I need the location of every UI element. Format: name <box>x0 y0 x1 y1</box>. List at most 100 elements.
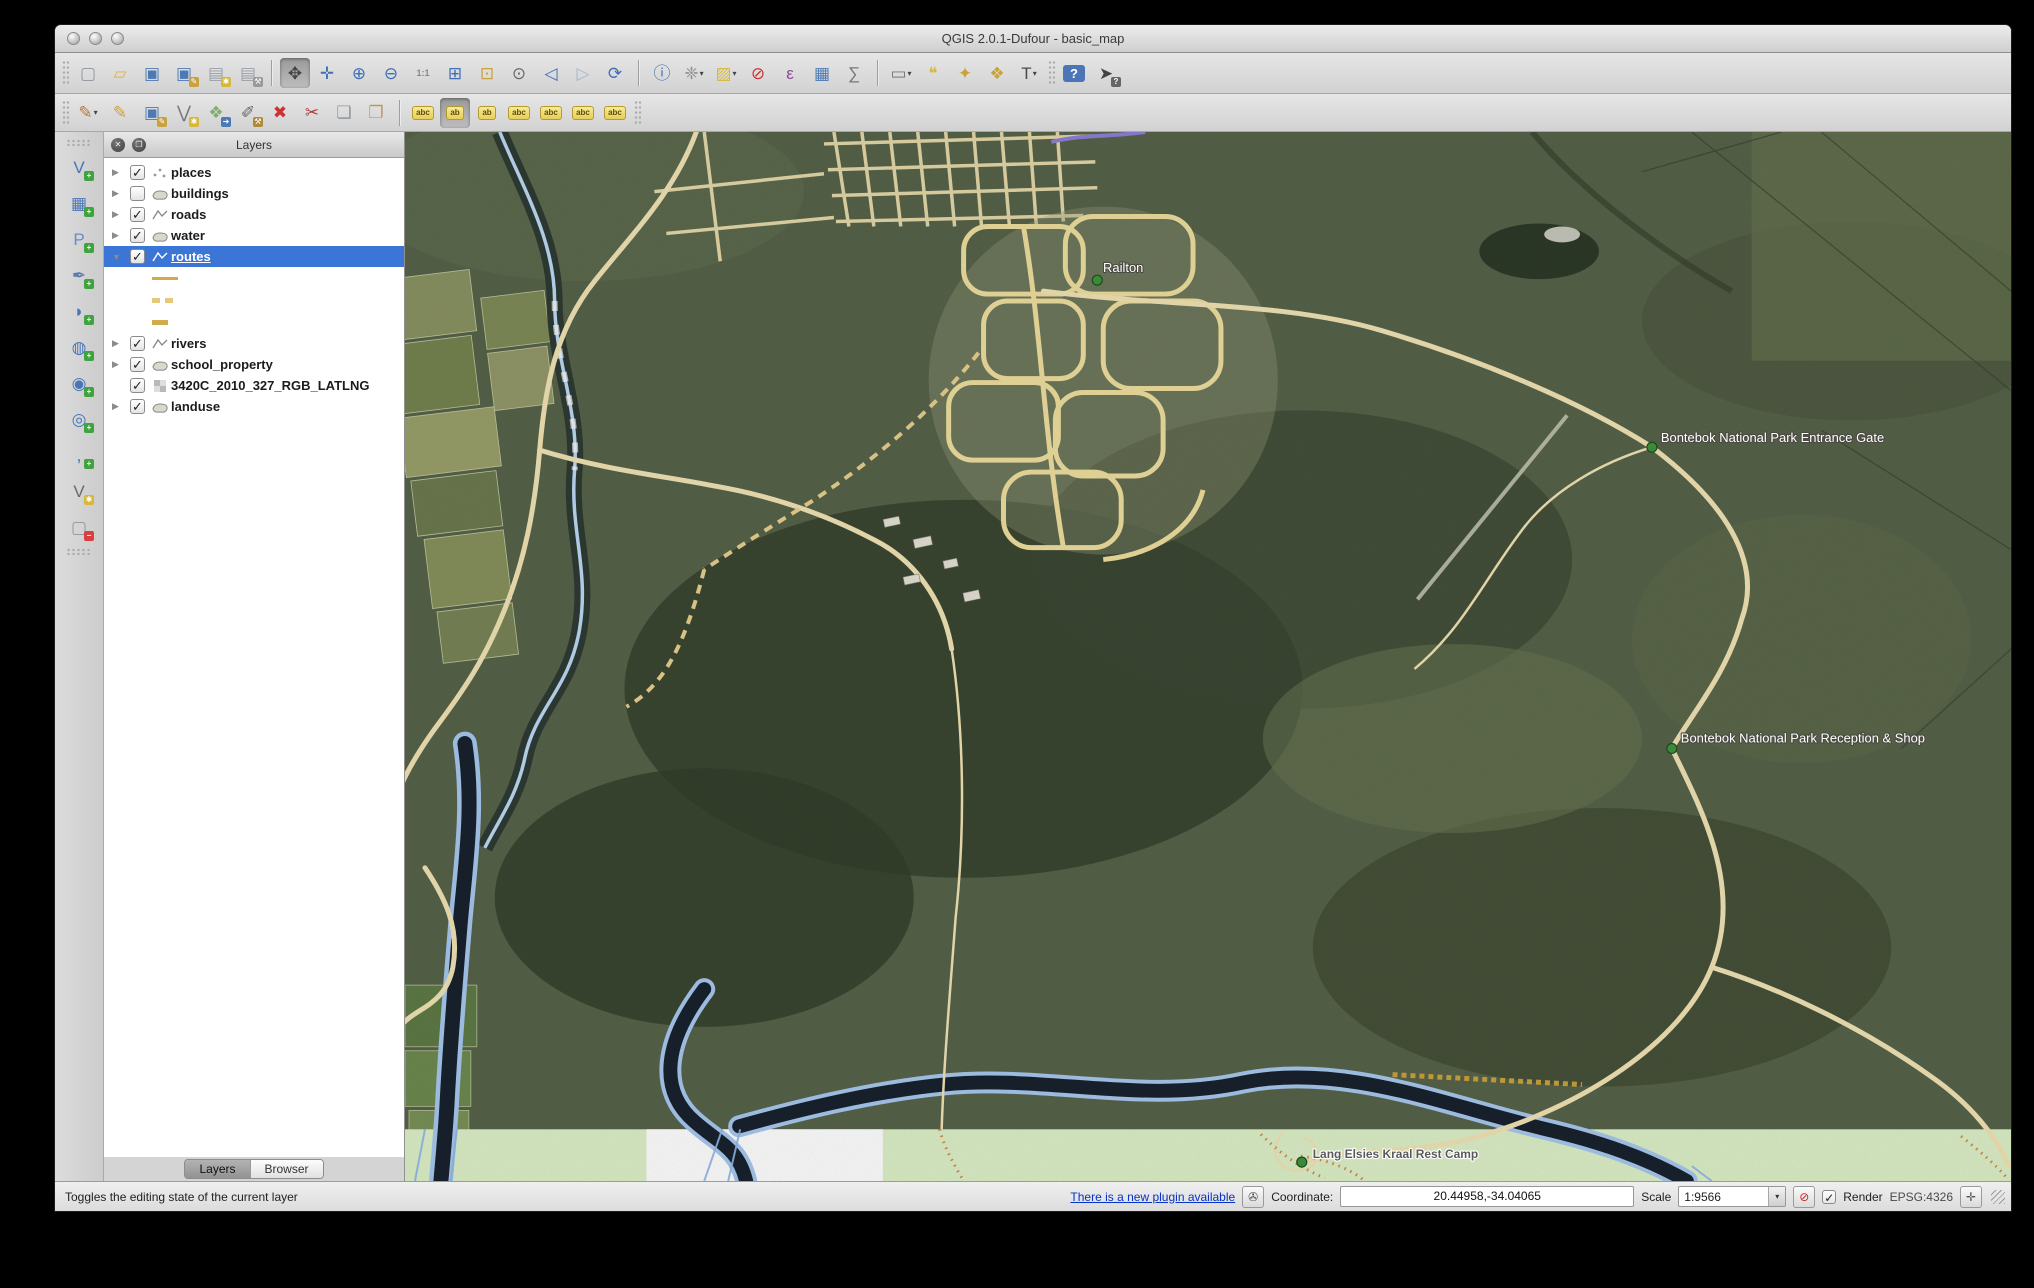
coordinate-input[interactable]: 20.44958,-34.04065 <box>1340 1186 1634 1207</box>
expand-icon[interactable] <box>112 188 126 199</box>
deselect-features-icon[interactable]: ⊘ <box>743 58 773 88</box>
routes-symbol-solid-line[interactable] <box>104 267 404 289</box>
add-vector-layer-icon[interactable]: V+ <box>64 152 94 182</box>
node-tool-icon[interactable]: ✐⚒ <box>233 98 263 128</box>
render-checkbox[interactable] <box>1822 1190 1836 1204</box>
layer-row-places[interactable]: places <box>104 162 404 183</box>
open-attribute-table-icon[interactable]: ▦ <box>807 58 837 88</box>
layer-checkbox[interactable] <box>130 336 145 351</box>
show-hide-labels-icon[interactable]: abc <box>504 98 534 128</box>
pan-to-selection-icon[interactable]: ✛ <box>312 58 342 88</box>
layer-labeling-options-icon[interactable]: abc <box>408 98 438 128</box>
expand-icon[interactable] <box>112 209 126 220</box>
layer-checkbox[interactable] <box>130 399 145 414</box>
pin-unpin-labels-icon[interactable]: ab <box>472 98 502 128</box>
select-by-expression-icon[interactable]: ε <box>775 58 805 88</box>
add-wfs-layer-icon[interactable]: ◎+ <box>64 404 94 434</box>
paste-features-icon[interactable]: ❐ <box>361 98 391 128</box>
zoom-out-icon[interactable]: ⊖ <box>376 58 406 88</box>
new-shapefile-layer-icon[interactable]: V✱ <box>64 476 94 506</box>
select-features-icon[interactable]: ▨▾ <box>711 58 741 88</box>
tab-layers[interactable]: Layers <box>185 1160 249 1178</box>
zoom-full-extent-icon[interactable]: ⊞ <box>440 58 470 88</box>
zoom-last-icon[interactable]: ◁ <box>536 58 566 88</box>
layer-row-raster[interactable]: 3420C_2010_327_RGB_LATLNG <box>104 375 404 396</box>
add-wcs-layer-icon[interactable]: ◉+ <box>64 368 94 398</box>
toolbar-grip[interactable] <box>1048 60 1055 86</box>
scale-combobox[interactable]: 1:9566 ▾ <box>1678 1186 1786 1207</box>
current-edits-icon[interactable]: ✎▾ <box>73 98 103 128</box>
run-feature-action-icon[interactable]: ❈▾ <box>679 58 709 88</box>
zoom-actual-size-icon[interactable]: 1:1 <box>408 58 438 88</box>
layer-checkbox[interactable] <box>130 165 145 180</box>
expand-icon[interactable] <box>112 167 126 178</box>
move-feature-icon[interactable]: ❖➜ <box>201 98 231 128</box>
layer-checkbox[interactable] <box>130 228 145 243</box>
copy-features-icon[interactable]: ❏ <box>329 98 359 128</box>
toolbar-grip[interactable] <box>634 100 641 126</box>
save-project-icon[interactable]: ▣ <box>137 58 167 88</box>
layer-checkbox[interactable] <box>130 378 145 393</box>
plugin-icon[interactable]: ✇ <box>1242 1186 1264 1208</box>
remove-layer-icon[interactable]: ▢− <box>64 512 94 542</box>
toolbar-grip[interactable] <box>66 548 92 555</box>
show-bookmarks-icon[interactable]: ❖ <box>982 58 1012 88</box>
add-feature-icon[interactable]: ⋁✱ <box>169 98 199 128</box>
routes-symbol-thick-dash[interactable] <box>104 311 404 333</box>
map-tips-icon[interactable]: ❝ <box>918 58 948 88</box>
change-label-properties-icon[interactable]: abc <box>600 98 630 128</box>
plugin-available-link[interactable]: There is a new plugin available <box>1070 1190 1235 1204</box>
new-bookmark-icon[interactable]: ✦ <box>950 58 980 88</box>
layer-row-routes[interactable]: routes <box>104 246 404 267</box>
whats-this-icon[interactable]: ➤? <box>1091 58 1121 88</box>
open-project-icon[interactable]: ▱ <box>105 58 135 88</box>
toolbar-grip[interactable] <box>62 100 69 126</box>
crs-projector-icon[interactable]: ✛ <box>1960 1186 1982 1208</box>
save-layer-edits-icon[interactable]: ▣✎ <box>137 98 167 128</box>
layer-row-buildings[interactable]: buildings <box>104 183 404 204</box>
delete-selected-icon[interactable]: ✖ <box>265 98 295 128</box>
tab-browser[interactable]: Browser <box>250 1160 323 1178</box>
new-print-composer-icon[interactable]: ▤✱ <box>201 58 231 88</box>
text-annotation-icon[interactable]: T▾ <box>1014 58 1044 88</box>
expand-icon[interactable] <box>112 338 126 349</box>
move-label-icon[interactable]: abc <box>536 98 566 128</box>
expand-icon[interactable] <box>112 230 126 241</box>
routes-symbol-dashed[interactable] <box>104 289 404 311</box>
pan-map-icon[interactable]: ✥ <box>280 58 310 88</box>
stop-render-icon[interactable]: ⊘ <box>1793 1186 1815 1208</box>
layer-checkbox[interactable] <box>130 357 145 372</box>
identify-features-icon[interactable]: ⓘ <box>647 58 677 88</box>
layer-row-roads[interactable]: roads <box>104 204 404 225</box>
layer-checkbox[interactable] <box>130 186 145 201</box>
collapse-icon[interactable] <box>112 252 126 262</box>
help-contents-icon[interactable]: ? <box>1059 58 1089 88</box>
zoom-to-selection-icon[interactable]: ⊡ <box>472 58 502 88</box>
add-raster-layer-icon[interactable]: ▦+ <box>64 188 94 218</box>
add-delimited-text-layer-icon[interactable]: ,+ <box>64 440 94 470</box>
cut-features-icon[interactable]: ✂ <box>297 98 327 128</box>
toolbar-grip[interactable] <box>66 139 92 146</box>
zoom-in-icon[interactable]: ⊕ <box>344 58 374 88</box>
expand-icon[interactable] <box>112 359 126 370</box>
layer-checkbox[interactable] <box>130 207 145 222</box>
refresh-map-icon[interactable]: ⟳ <box>600 58 630 88</box>
layer-row-water[interactable]: water <box>104 225 404 246</box>
resize-grip[interactable] <box>1991 1190 2005 1204</box>
zoom-to-layer-icon[interactable]: ⊙ <box>504 58 534 88</box>
chevron-down-icon[interactable]: ▾ <box>1768 1187 1785 1206</box>
zoom-next-icon[interactable]: ▷ <box>568 58 598 88</box>
layer-row-rivers[interactable]: rivers <box>104 333 404 354</box>
new-project-icon[interactable]: ▢ <box>73 58 103 88</box>
add-spatialite-layer-icon[interactable]: ✒+ <box>64 260 94 290</box>
measure-icon[interactable]: ▭▾ <box>886 58 916 88</box>
layer-row-landuse[interactable]: landuse <box>104 396 404 417</box>
expand-icon[interactable] <box>112 401 126 412</box>
toggle-editing-icon[interactable]: ✎ <box>105 98 135 128</box>
save-project-as-icon[interactable]: ▣✎ <box>169 58 199 88</box>
layer-row-school-property[interactable]: school_property <box>104 354 404 375</box>
title-bar[interactable]: QGIS 2.0.1-Dufour - basic_map <box>55 25 2011 53</box>
toolbar-grip[interactable] <box>62 60 69 86</box>
add-mssql-layer-icon[interactable]: ◗+ <box>64 296 94 326</box>
composer-manager-icon[interactable]: ▤⚒ <box>233 58 263 88</box>
